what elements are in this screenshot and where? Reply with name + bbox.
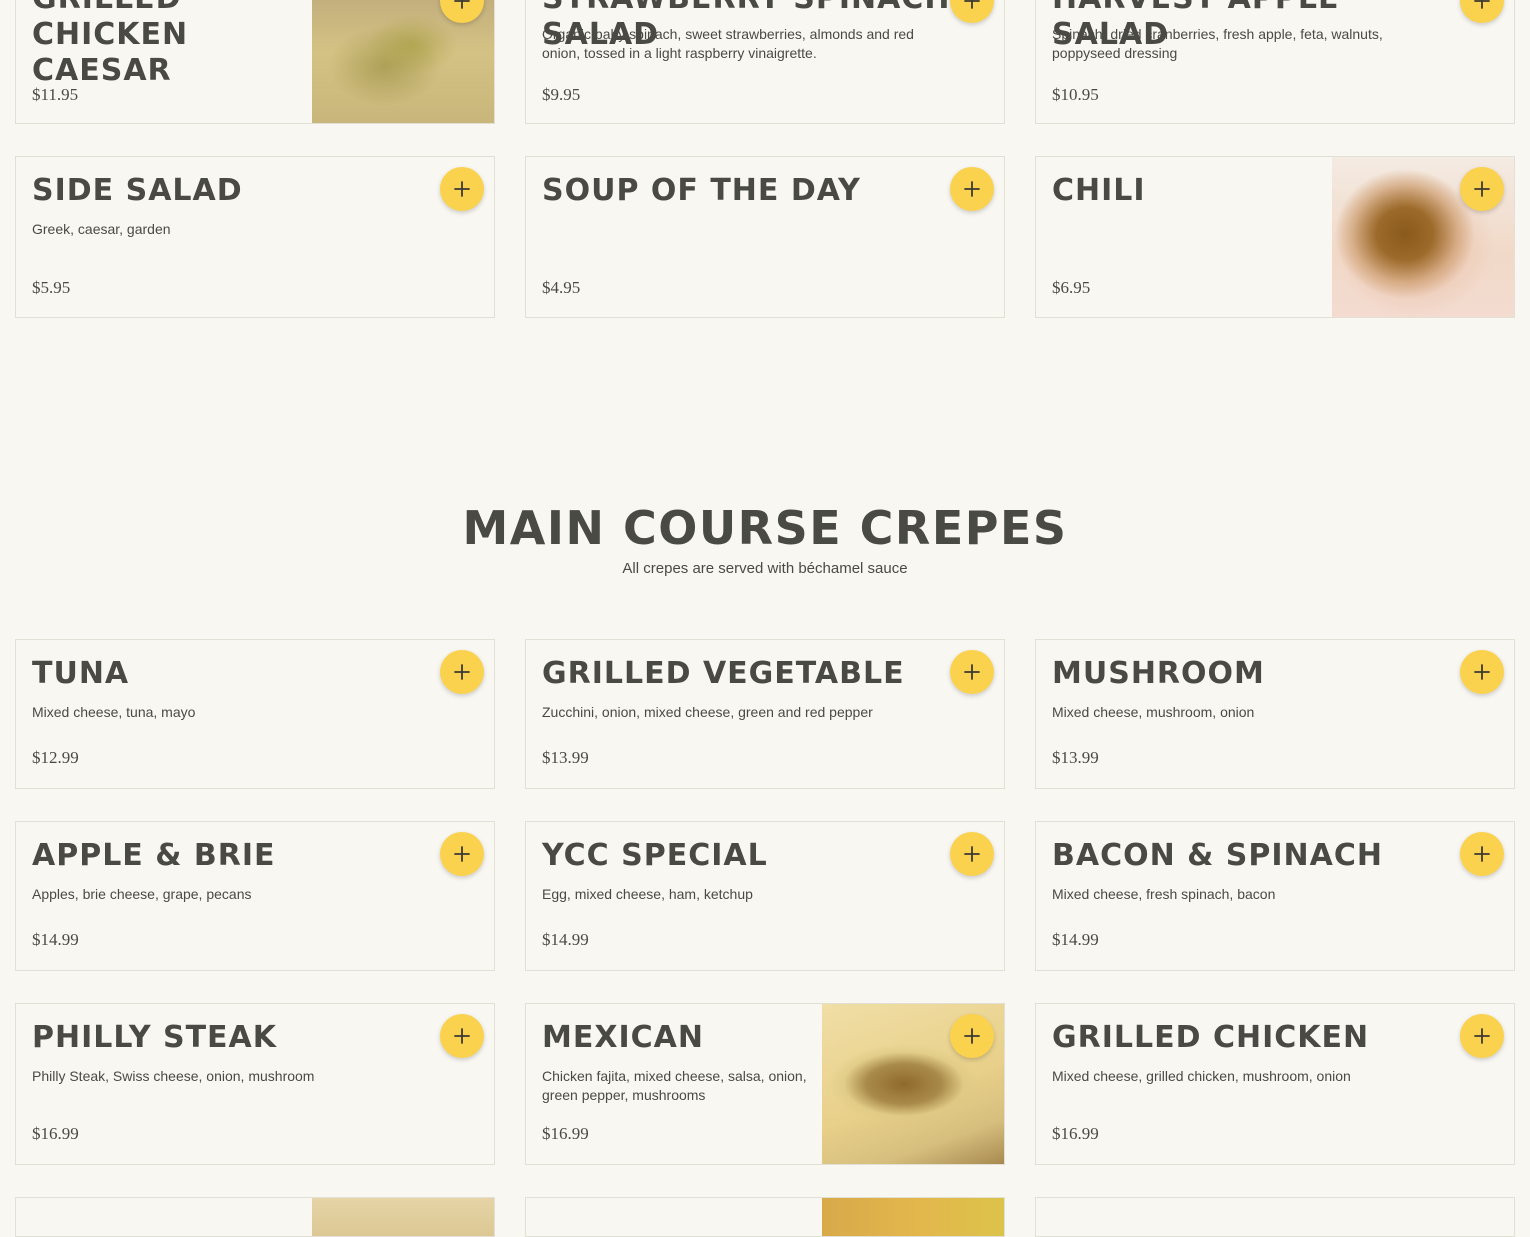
item-name: Bacon & Spinach <box>1052 838 1383 873</box>
item-name: Mexican <box>542 1020 704 1055</box>
add-to-order-button[interactable] <box>440 832 484 876</box>
item-name: Grilled Chicken <box>1052 1020 1370 1055</box>
menu-item-card[interactable]: Soup of the Day $4.95 <box>525 156 1005 318</box>
item-price: $16.99 <box>542 1124 589 1143</box>
item-name: Grilled Vegetable <box>542 656 905 691</box>
menu-item-card[interactable]: YCC Special Egg, mixed cheese, ham, ketc… <box>525 821 1005 971</box>
item-name: Grilled Chicken Caesar <box>32 0 189 88</box>
item-description: Mixed cheese, fresh spinach, bacon <box>1052 886 1276 902</box>
item-price: $9.95 <box>542 85 581 104</box>
plus-icon <box>964 1028 980 1044</box>
item-price: $11.95 <box>32 85 79 104</box>
item-description: Greek, caesar, garden <box>32 221 171 237</box>
plus-icon <box>1474 664 1490 680</box>
add-to-order-button[interactable] <box>950 650 994 694</box>
menu-item-card[interactable]: Mexican Chicken fajita, mixed cheese, sa… <box>525 1003 1005 1165</box>
menu-item-card[interactable]: Grilled Chicken Mixed cheese, grilled ch… <box>1035 1003 1515 1165</box>
item-description: Mixed cheese, mushroom, onion <box>1052 704 1255 720</box>
item-description: Philly Steak, Swiss cheese, onion, mushr… <box>32 1068 315 1084</box>
item-description: Egg, mixed cheese, ham, ketchup <box>542 886 753 902</box>
item-price: $14.99 <box>1052 930 1099 949</box>
plus-icon <box>964 181 980 197</box>
item-name: Tuna <box>32 656 130 691</box>
menu-item-card[interactable]: Bacon & Spinach Mixed cheese, fresh spin… <box>1035 821 1515 971</box>
menu-item-card[interactable] <box>15 1197 495 1237</box>
plus-icon <box>454 1028 470 1044</box>
item-description: Chicken fajita, mixed cheese, salsa, oni… <box>542 1068 807 1103</box>
item-description: Spinach, dried cranberries, fresh apple,… <box>1052 26 1383 61</box>
section-title: MAIN COURSE CREPES <box>462 501 1068 555</box>
item-photo <box>312 1198 494 1236</box>
menu-item-card[interactable]: Grilled Vegetable Zucchini, onion, mixed… <box>525 639 1005 789</box>
menu-item-card[interactable]: Mushroom Mixed cheese, mushroom, onion $… <box>1035 639 1515 789</box>
menu-item-card[interactable]: Harvest Apple Salad Spinach, dried cranb… <box>1035 0 1515 124</box>
item-description: Apples, brie cheese, grape, pecans <box>32 886 252 902</box>
add-to-order-button[interactable] <box>1460 650 1504 694</box>
menu-item-card[interactable]: Side Salad Greek, caesar, garden $5.95 <box>15 156 495 318</box>
plus-icon <box>1474 0 1490 9</box>
item-price: $16.99 <box>32 1124 79 1143</box>
add-to-order-button[interactable] <box>1460 167 1504 211</box>
menu-item-card[interactable]: Chili $6.95 <box>1035 156 1515 318</box>
item-description: Mixed cheese, grilled chicken, mushroom,… <box>1052 1068 1351 1084</box>
add-to-order-button[interactable] <box>950 167 994 211</box>
item-price: $5.95 <box>32 278 71 297</box>
add-to-order-button[interactable] <box>1460 832 1504 876</box>
plus-icon <box>1474 181 1490 197</box>
plus-icon <box>454 181 470 197</box>
plus-icon <box>1474 846 1490 862</box>
plus-icon <box>964 664 980 680</box>
item-photo <box>822 1198 1004 1236</box>
item-price: $13.99 <box>1052 748 1099 767</box>
section-subtitle: All crepes are served with béchamel sauc… <box>622 560 908 577</box>
menu-item-card[interactable] <box>1035 1197 1515 1237</box>
menu-item-card[interactable]: Tuna Mixed cheese, tuna, mayo $12.99 <box>15 639 495 789</box>
item-description: Mixed cheese, tuna, mayo <box>32 704 196 720</box>
item-price: $4.95 <box>542 278 581 297</box>
plus-icon <box>454 846 470 862</box>
item-name: Apple & Brie <box>32 838 276 873</box>
item-name: Mushroom <box>1052 656 1265 691</box>
plus-icon <box>454 0 470 9</box>
plus-icon <box>1474 1028 1490 1044</box>
add-to-order-button[interactable] <box>1460 1014 1504 1058</box>
item-description: Organic baby spinach, sweet strawberries… <box>542 26 914 61</box>
add-to-order-button[interactable] <box>950 832 994 876</box>
item-name: YCC Special <box>542 838 768 873</box>
plus-icon <box>964 0 980 9</box>
plus-icon <box>454 664 470 680</box>
item-name: Philly Steak <box>32 1020 278 1055</box>
item-price: $6.95 <box>1052 278 1091 297</box>
plus-icon <box>964 846 980 862</box>
add-to-order-button[interactable] <box>950 1014 994 1058</box>
menu-item-card[interactable]: Grilled Chicken Caesar $11.95 <box>15 0 495 124</box>
item-name: Chili <box>1052 173 1146 208</box>
item-price: $13.99 <box>542 748 589 767</box>
menu-item-card[interactable]: Philly Steak Philly Steak, Swiss cheese,… <box>15 1003 495 1165</box>
menu-item-card[interactable] <box>525 1197 1005 1237</box>
add-to-order-button[interactable] <box>1460 0 1504 23</box>
add-to-order-button[interactable] <box>440 1014 484 1058</box>
menu-item-card[interactable]: Strawberry Spinach Salad Organic baby sp… <box>525 0 1005 124</box>
menu-item-card[interactable]: Apple & Brie Apples, brie cheese, grape,… <box>15 821 495 971</box>
add-to-order-button[interactable] <box>440 650 484 694</box>
item-price: $14.99 <box>542 930 589 949</box>
item-description: Zucchini, onion, mixed cheese, green and… <box>542 704 873 720</box>
item-name: Soup of the Day <box>542 173 861 208</box>
item-price: $14.99 <box>32 930 79 949</box>
item-price: $12.99 <box>32 748 79 767</box>
add-to-order-button[interactable] <box>440 167 484 211</box>
item-name: Side Salad <box>32 173 243 208</box>
item-price: $10.95 <box>1052 85 1099 104</box>
item-price: $16.99 <box>1052 1124 1099 1143</box>
